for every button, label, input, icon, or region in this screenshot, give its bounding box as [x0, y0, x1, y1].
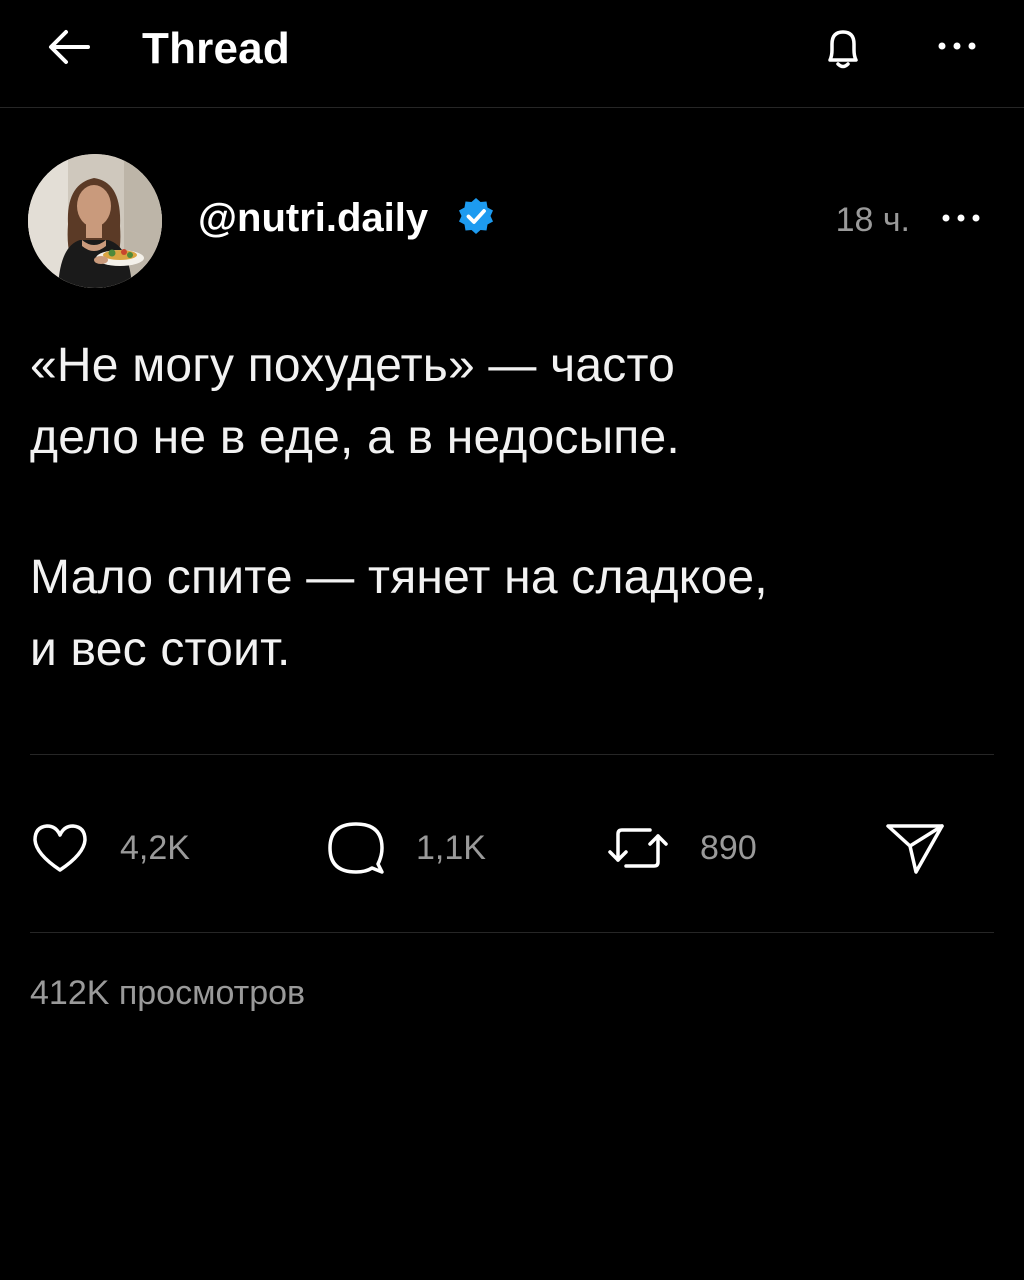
- heart-icon: [33, 824, 87, 872]
- post-text: «Не могу похудеть» — часто дело не в еде…: [30, 330, 990, 686]
- reply-count: 1,1K: [416, 829, 486, 867]
- repost-button[interactable]: 890: [604, 814, 757, 882]
- post-paragraph: «Не могу похудеть» — часто дело не в еде…: [30, 339, 680, 464]
- arrow-left-icon: [49, 30, 90, 64]
- more-horizontal-icon: [942, 214, 980, 222]
- avatar[interactable]: [28, 154, 162, 288]
- username[interactable]: @nutri.daily: [198, 194, 428, 242]
- like-count: 4,2K: [120, 829, 190, 867]
- more-horizontal-icon: [938, 42, 976, 50]
- bell-icon: [828, 30, 858, 69]
- view-count: 412K просмотров: [30, 974, 306, 1012]
- reply-button[interactable]: 1,1K: [326, 814, 486, 882]
- back-button[interactable]: [44, 26, 94, 68]
- repost-count: 890: [700, 829, 757, 867]
- post-timestamp: 18 ч.: [835, 201, 910, 239]
- share-button[interactable]: [884, 814, 946, 882]
- post-header: @nutri.daily 18 ч.: [0, 150, 1024, 290]
- action-bar: 4,2K 1,1K 890: [0, 800, 1024, 900]
- comment-bubble-icon: [328, 822, 384, 874]
- like-button[interactable]: 4,2K: [30, 814, 190, 882]
- top-bar: Thread: [0, 0, 1024, 108]
- post-paragraph: Мало спите — тянет на сладкое, и вес сто…: [30, 551, 768, 676]
- avatar-photo: [28, 154, 162, 288]
- more-options-button[interactable]: [936, 34, 980, 58]
- verified-badge-icon: [456, 196, 496, 236]
- page-title: Thread: [142, 24, 290, 73]
- divider: [30, 932, 994, 933]
- post-more-button[interactable]: [940, 206, 984, 230]
- send-icon: [886, 824, 944, 874]
- repost-icon: [608, 828, 668, 868]
- notifications-button[interactable]: [816, 22, 870, 76]
- divider: [30, 754, 994, 755]
